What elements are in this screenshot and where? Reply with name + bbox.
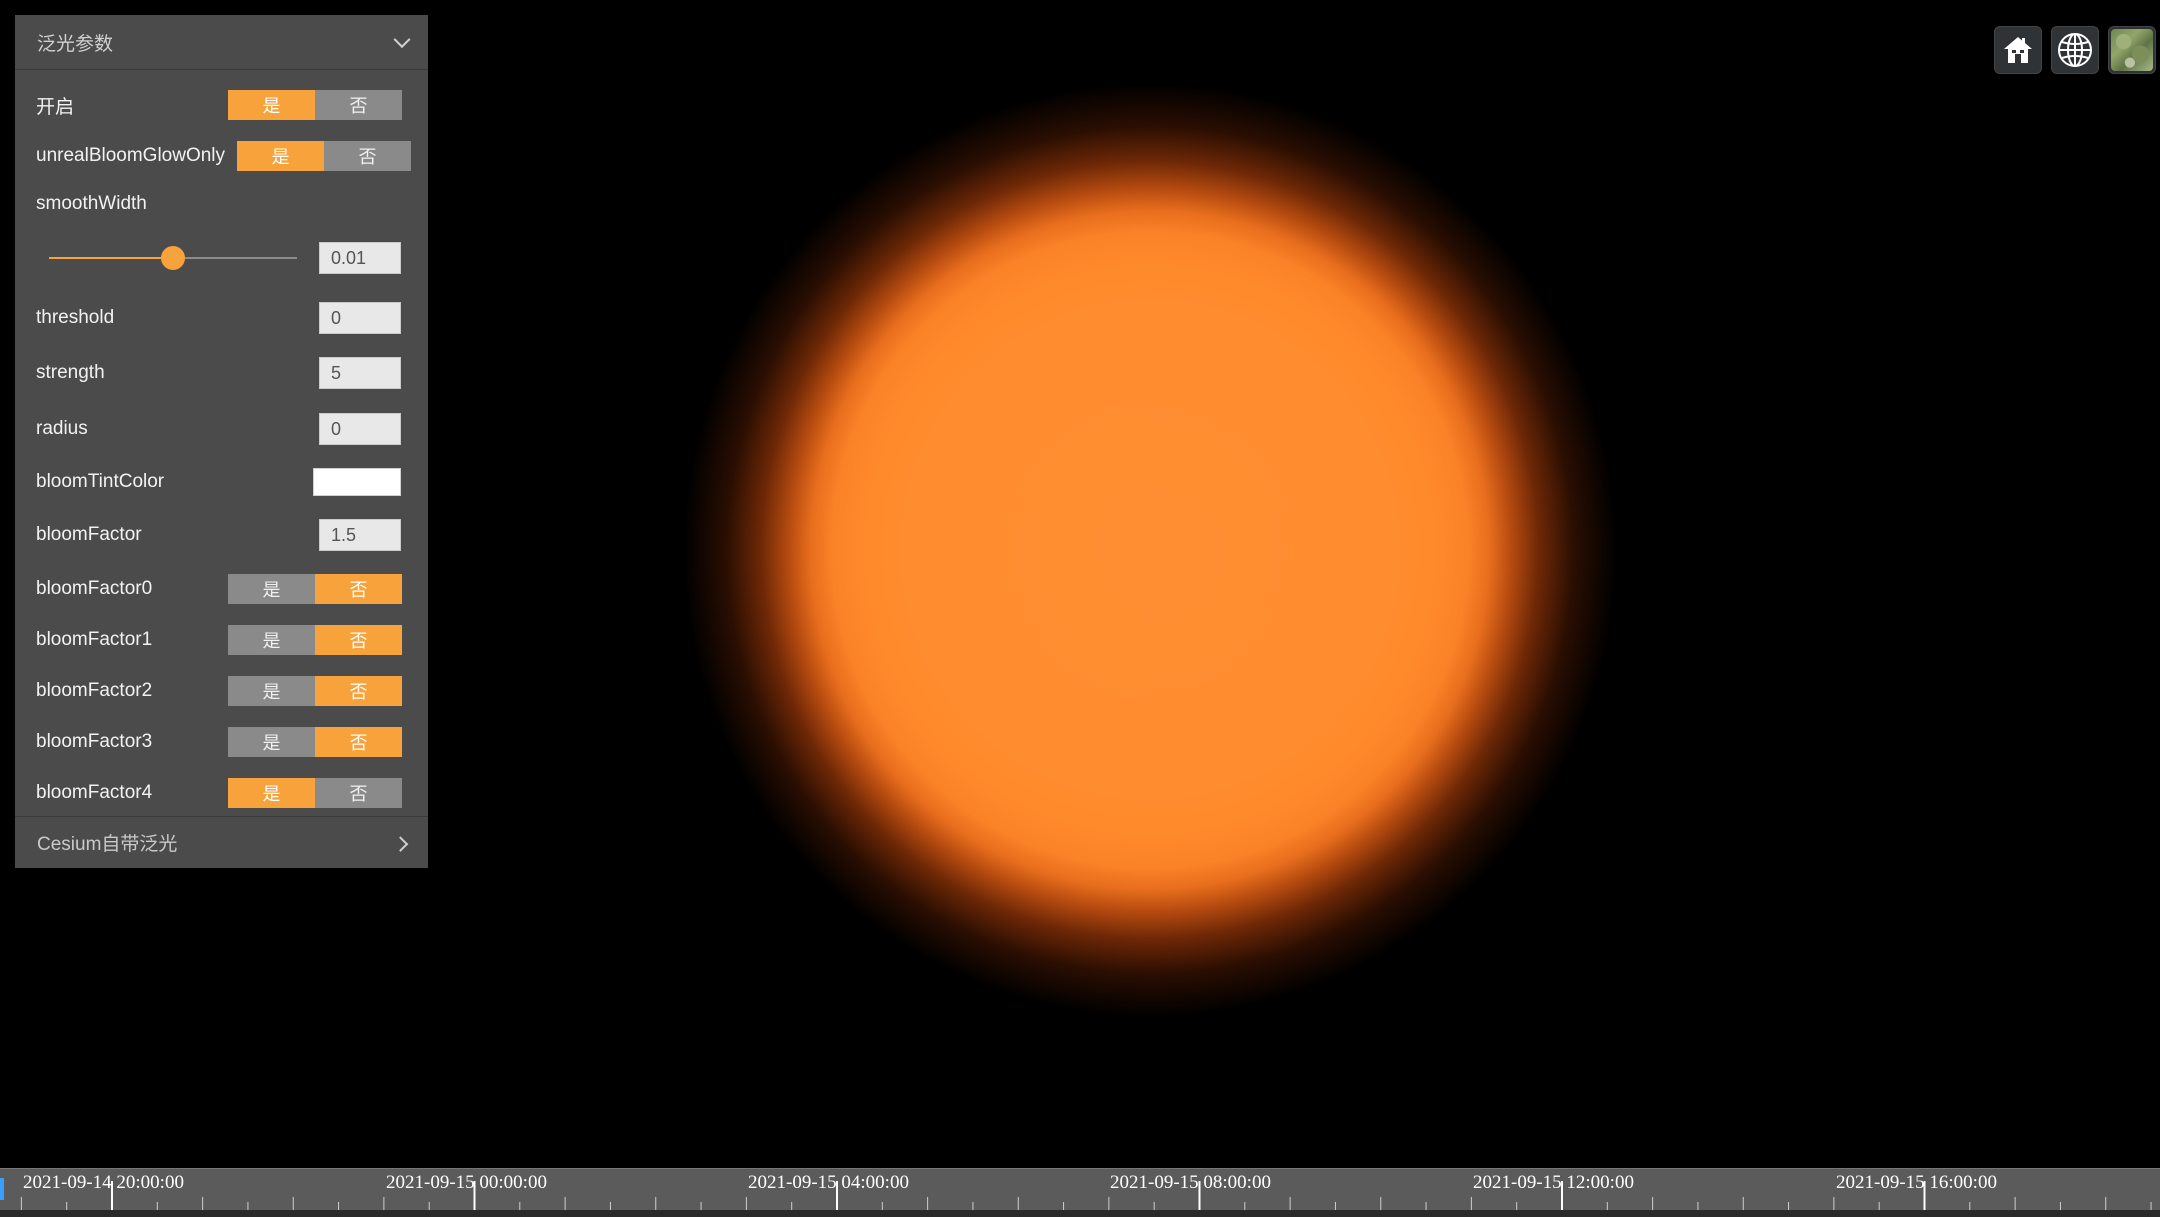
smooth-width-input[interactable]: 0.01 [319,242,401,274]
timeline-label: 2021-09-15 12:00:00 [1473,1172,1634,1193]
panel-header[interactable]: 泛光参数 [15,15,428,70]
bloom-factor1-toggle[interactable]: 是 否 [228,625,402,655]
bloom-factor2-toggle[interactable]: 是 否 [228,676,402,706]
bloom-params-panel: 泛光参数 开启 是 否 unrealBloomGlowOnly 是 否 smoo… [15,15,428,868]
bloom-factor0-yes-option[interactable]: 是 [228,574,315,604]
home-icon [2004,37,2032,63]
chevron-right-icon[interactable] [392,835,409,852]
row-bloom-factor: bloomFactor 1.5 [15,515,428,555]
bloom-factor1-no-option[interactable]: 否 [315,625,402,655]
timeline-label: 2021-09-15 16:00:00 [1836,1172,1997,1193]
strength-input[interactable]: 5 [319,357,401,389]
imagery-picker-icon [2111,29,2153,71]
enable-label: 开启 [36,96,75,118]
bloom-sphere [650,50,1650,1050]
panel-title: 泛光参数 [37,33,114,55]
bloom-factor3-label: bloomFactor3 [36,731,153,752]
smooth-width-slider-track[interactable] [49,246,297,270]
threshold-input[interactable]: 0 [319,302,401,334]
timeline-label: 2021-09-14 20:00:00 [23,1172,184,1193]
bloom-factor2-label: bloomFactor2 [36,680,153,701]
row-strength: strength 5 [15,353,428,393]
row-glow-only: unrealBloomGlowOnly 是 否 [15,136,428,176]
globe-icon [2058,33,2092,67]
row-bloom-factor1: bloomFactor1 是 否 [15,620,428,660]
glow-only-no-option[interactable]: 否 [324,141,411,171]
smooth-width-label: smoothWidth [36,193,147,214]
bloom-factor0-label: bloomFactor0 [36,578,153,599]
tint-color-swatch[interactable] [313,468,401,496]
row-radius: radius 0 [15,409,428,449]
base-layer-picker-button[interactable] [2108,26,2156,74]
glow-only-yes-option[interactable]: 是 [237,141,324,171]
glow-only-toggle[interactable]: 是 否 [237,141,411,171]
enable-toggle[interactable]: 是 否 [228,90,402,120]
enable-yes-option[interactable]: 是 [228,90,315,120]
timeline-current-time-needle[interactable] [0,1178,4,1200]
row-threshold: threshold 0 [15,298,428,338]
bloom-factor2-yes-option[interactable]: 是 [228,676,315,706]
row-smooth-width-slider: 0.01 [15,238,428,278]
row-bloom-factor3: bloomFactor3 是 否 [15,722,428,762]
cesium-bloom-section[interactable]: Cesium自带泛光 [15,816,428,868]
bloom-factor4-toggle[interactable]: 是 否 [228,778,402,808]
timeline-label: 2021-09-15 04:00:00 [748,1172,909,1193]
enable-no-option[interactable]: 否 [315,90,402,120]
glow-only-label: unrealBloomGlowOnly [36,145,226,166]
bloom-factor4-no-option[interactable]: 否 [315,778,402,808]
bloom-factor0-toggle[interactable]: 是 否 [228,574,402,604]
home-button[interactable] [1994,26,2042,74]
timeline-label: 2021-09-15 08:00:00 [1110,1172,1271,1193]
bloom-factor4-yes-option[interactable]: 是 [228,778,315,808]
bloom-factor3-yes-option[interactable]: 是 [228,727,315,757]
row-smooth-width: smoothWidth [15,184,428,224]
bloom-factor3-toggle[interactable]: 是 否 [228,727,402,757]
scene-mode-button[interactable] [2051,26,2099,74]
bloom-factor3-no-option[interactable]: 否 [315,727,402,757]
radius-label: radius [36,418,88,439]
smooth-width-slider-thumb[interactable] [161,246,185,270]
bloom-factor-input[interactable]: 1.5 [319,519,401,551]
smooth-width-slider-fill [49,257,173,259]
timeline[interactable]: 2021-09-14 20:00:00 2021-09-15 00:00:00 … [0,1168,2160,1217]
row-tint-color: bloomTintColor [15,462,428,502]
viewer-toolbar [1994,26,2156,74]
strength-label: strength [36,362,105,383]
timeline-label: 2021-09-15 00:00:00 [386,1172,547,1193]
bloom-factor4-label: bloomFactor4 [36,782,153,803]
bloom-factor1-yes-option[interactable]: 是 [228,625,315,655]
bloom-factor1-label: bloomFactor1 [36,629,153,650]
cesium-bloom-title: Cesium自带泛光 [37,834,178,855]
row-bloom-factor0: bloomFactor0 是 否 [15,569,428,609]
row-bloom-factor2: bloomFactor2 是 否 [15,671,428,711]
chevron-down-icon[interactable] [393,31,411,49]
threshold-label: threshold [36,307,115,328]
bloom-factor-label: bloomFactor [36,524,142,545]
row-enable: 开启 是 否 [15,85,428,125]
bloom-factor2-no-option[interactable]: 否 [315,676,402,706]
timeline-scrollbar[interactable] [0,1210,2160,1217]
row-bloom-factor4: bloomFactor4 是 否 [15,773,428,813]
radius-input[interactable]: 0 [319,413,401,445]
bloom-factor0-no-option[interactable]: 否 [315,574,402,604]
tint-color-label: bloomTintColor [36,471,165,492]
